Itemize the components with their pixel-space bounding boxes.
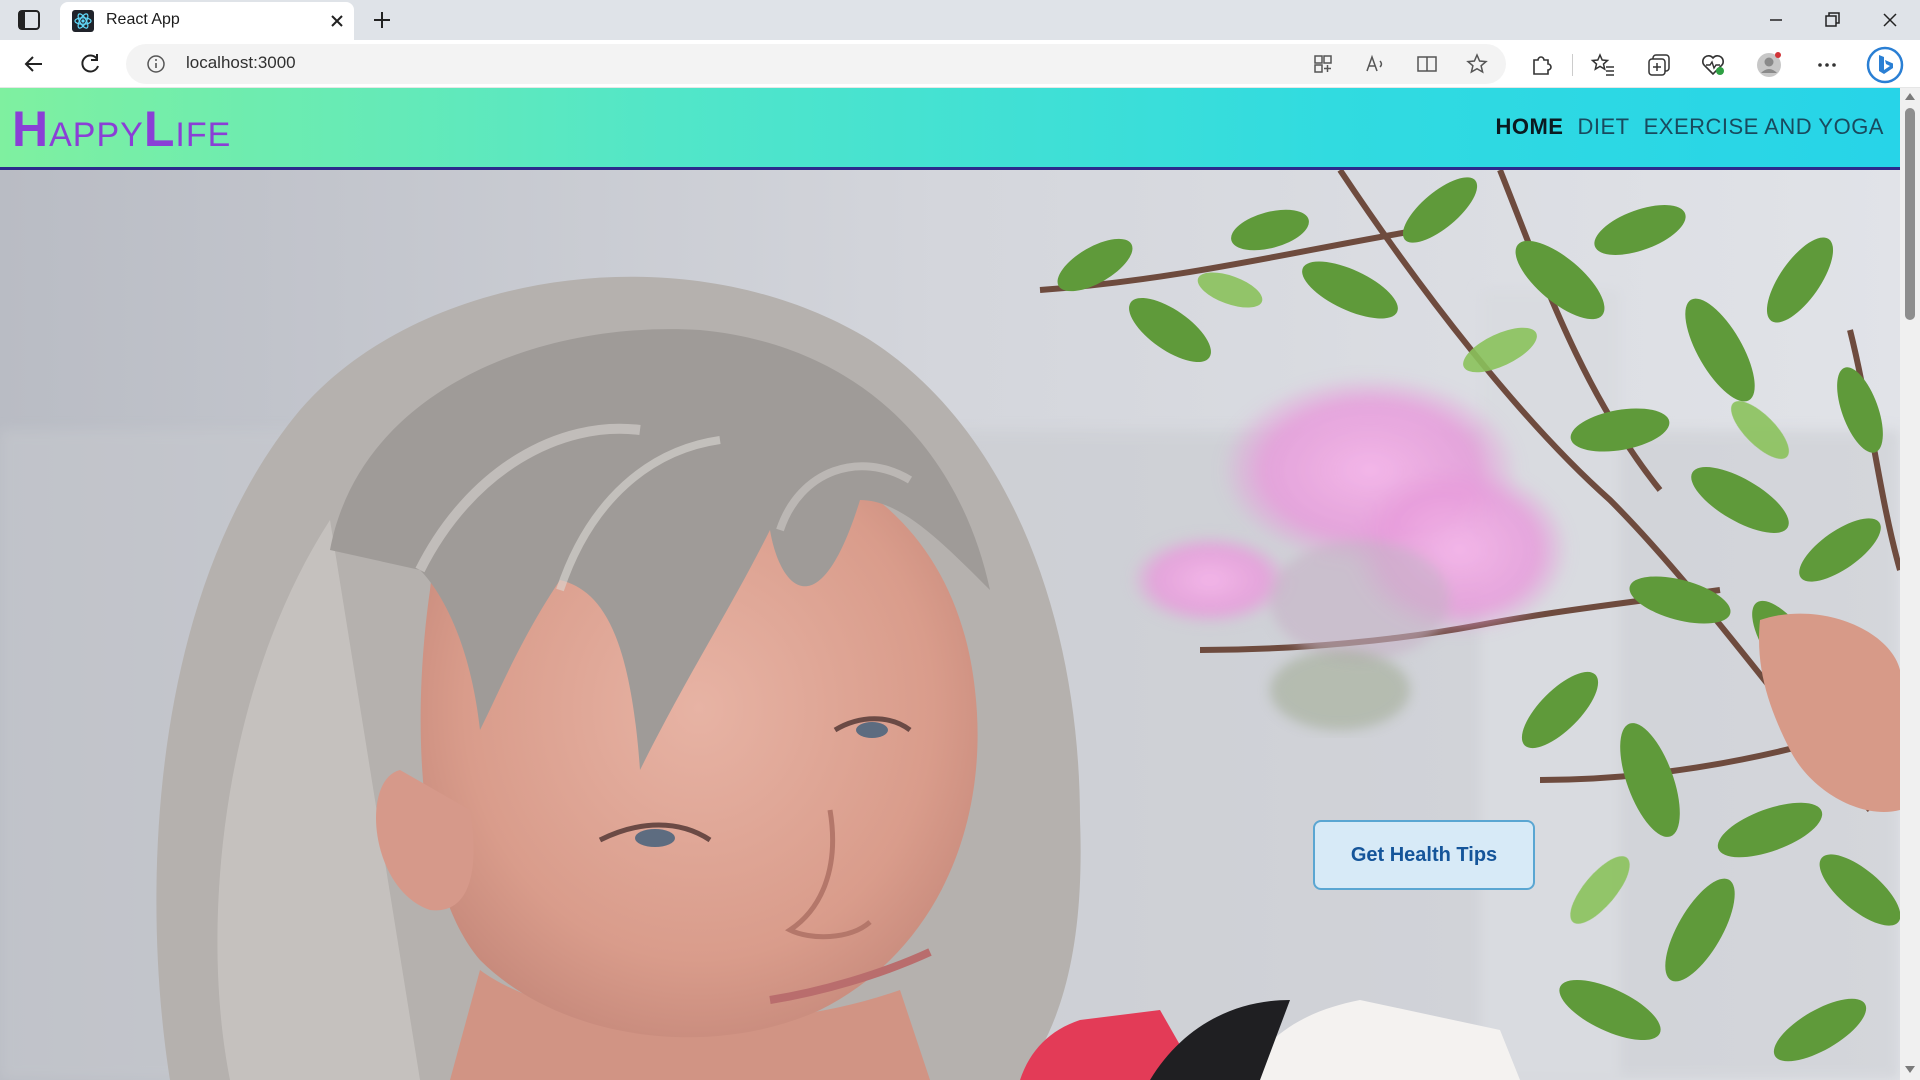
tab-actions-icon[interactable] xyxy=(18,10,40,30)
favorites-icon[interactable] xyxy=(1590,52,1616,78)
get-health-tips-button[interactable]: Get Health Tips xyxy=(1313,820,1535,890)
plus-icon[interactable] xyxy=(370,8,394,32)
minimize-icon[interactable] xyxy=(1764,8,1788,32)
tab-title: React App xyxy=(106,11,180,28)
close-window-icon[interactable] xyxy=(1878,8,1902,32)
heart-pulse-icon[interactable] xyxy=(1700,52,1726,78)
address-bar[interactable]: localhost:3000 xyxy=(126,44,1506,84)
site-logo[interactable]: HAPPYLIFE xyxy=(12,100,232,157)
nav-link-diet[interactable]: DIET xyxy=(1577,114,1629,140)
restore-icon[interactable] xyxy=(1820,8,1844,32)
page-viewport: HAPPYLIFE HOME DIET EXERCISE AND YOGA Ge… xyxy=(0,88,1920,1080)
star-icon[interactable] xyxy=(1466,53,1488,75)
hero-section: Get Health Tips xyxy=(0,170,1900,1080)
nav-link-exercise-yoga[interactable]: EXERCISE AND YOGA xyxy=(1644,114,1884,140)
collections-icon[interactable] xyxy=(1646,52,1672,78)
scroll-down-arrow-icon[interactable] xyxy=(1905,1066,1915,1074)
url-text[interactable]: localhost:3000 xyxy=(186,53,296,73)
immersive-reader-icon[interactable] xyxy=(1416,53,1438,75)
refresh-icon[interactable] xyxy=(76,50,104,78)
back-arrow-icon[interactable] xyxy=(20,50,48,78)
scroll-up-arrow-icon[interactable] xyxy=(1905,92,1915,100)
browser-tab[interactable]: React App xyxy=(60,2,354,40)
read-aloud-icon[interactable] xyxy=(1364,53,1386,75)
bing-icon[interactable] xyxy=(1866,46,1904,84)
nav-link-home[interactable]: HOME xyxy=(1495,114,1563,140)
puzzle-icon[interactable] xyxy=(1528,52,1554,78)
logo-text-appy: APPY xyxy=(49,116,144,154)
logo-initial-l: L xyxy=(143,101,176,157)
profile-icon[interactable] xyxy=(1756,52,1782,78)
logo-initial-h: H xyxy=(12,101,50,157)
site-header: HAPPYLIFE HOME DIET EXERCISE AND YOGA xyxy=(0,88,1900,170)
logo-text-ife: IFE xyxy=(175,116,232,154)
page-scrollbar[interactable] xyxy=(1900,88,1920,1080)
app-grid-icon[interactable] xyxy=(1312,53,1334,75)
browser-toolbar: localhost:3000 xyxy=(0,40,1920,88)
toolbar-divider xyxy=(1572,54,1573,76)
hero-image xyxy=(0,170,1900,1080)
close-icon[interactable] xyxy=(328,12,346,30)
browser-tab-bar: React App xyxy=(0,0,1920,40)
info-icon[interactable] xyxy=(146,54,166,74)
main-nav: HOME DIET EXERCISE AND YOGA xyxy=(1495,114,1884,140)
scrollbar-thumb[interactable] xyxy=(1905,108,1915,320)
react-logo-icon xyxy=(72,10,94,32)
more-dots-icon[interactable] xyxy=(1814,52,1840,78)
